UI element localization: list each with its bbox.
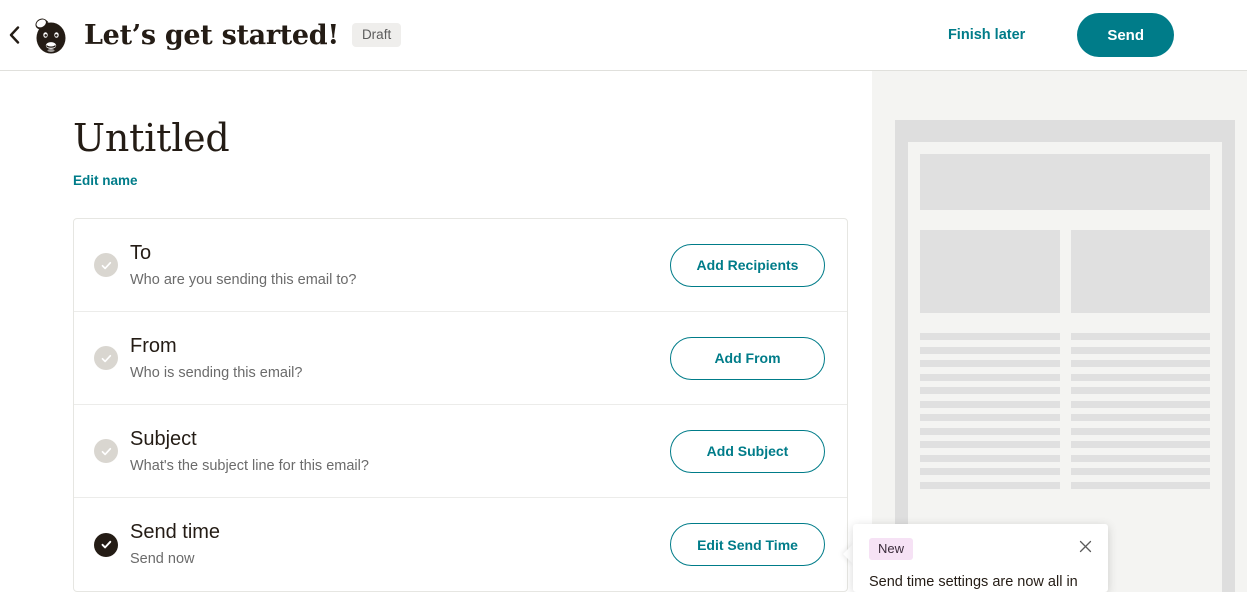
checklist-row-text: Subject What's the subject line for this… <box>130 427 670 475</box>
checklist-row-subtitle: Who are you sending this email to? <box>130 271 357 288</box>
add-recipients-button[interactable]: Add Recipients <box>670 243 825 287</box>
finish-later-link[interactable]: Finish later <box>944 21 1029 49</box>
skeleton-line <box>920 333 1060 340</box>
edit-name-link[interactable]: Edit name <box>73 173 138 188</box>
skeleton-two-column-blocks <box>920 230 1210 313</box>
check-circle-icon <box>94 253 118 277</box>
close-icon[interactable] <box>1074 535 1096 557</box>
skeleton-line <box>1070 481 1210 489</box>
skeleton-line <box>920 481 1060 489</box>
skeleton-line <box>1070 400 1210 408</box>
checklist-row-text: To Who are you sending this email to? <box>130 241 670 289</box>
header-actions: Finish later Send <box>944 13 1174 57</box>
skeleton-line <box>1070 346 1210 354</box>
main-content: Untitled Edit name To Who are you sendin… <box>0 71 872 592</box>
add-from-button[interactable]: Add From <box>670 336 825 380</box>
skeleton-line <box>920 346 1060 354</box>
add-subject-button[interactable]: Add Subject <box>670 429 825 473</box>
checklist-row-subtitle: Who is sending this email? <box>130 364 303 381</box>
skeleton-block-right <box>1070 230 1210 313</box>
skeleton-hero-block <box>920 154 1210 210</box>
checklist-row-text: From Who is sending this email? <box>130 334 670 382</box>
email-preview-frame <box>895 120 1235 592</box>
skeleton-line <box>1070 441 1210 448</box>
check-circle-icon <box>94 439 118 463</box>
send-time-popover: New Send time settings are now all in <box>853 524 1108 592</box>
checklist-row-send-time[interactable]: Send time Send now Edit Send Time <box>74 498 847 591</box>
checklist-row-title: From <box>130 334 177 357</box>
skeleton-text-column-right <box>1070 333 1210 495</box>
email-preview-panel <box>872 71 1247 592</box>
skeleton-line <box>920 400 1060 408</box>
skeleton-line <box>920 468 1060 475</box>
checklist-row-subtitle: What's the subject line for this email? <box>130 457 369 474</box>
skeleton-line <box>920 373 1060 381</box>
app-header: Let’s get started! Draft Finish later Se… <box>0 0 1247 71</box>
mailchimp-freddie-logo <box>28 12 74 58</box>
skeleton-line <box>1070 468 1210 475</box>
skeleton-text-lines <box>920 333 1210 495</box>
checklist-row-text: Send time Send now <box>130 520 670 568</box>
skeleton-line <box>920 387 1060 394</box>
chevron-left-icon <box>9 26 20 44</box>
check-circle-filled-icon <box>94 532 118 557</box>
page-title: Let’s get started! <box>84 19 339 51</box>
checklist-row-title: Subject <box>130 427 197 450</box>
check-circle-icon <box>94 346 118 370</box>
skeleton-line <box>920 360 1060 367</box>
skeleton-line <box>920 427 1060 435</box>
checklist-row-subtitle: Send now <box>130 551 195 568</box>
checklist-row-subject[interactable]: Subject What's the subject line for this… <box>74 405 847 498</box>
checklist-row-title: Send time <box>130 521 221 544</box>
skeleton-line <box>1070 333 1210 340</box>
skeleton-line <box>1070 360 1210 367</box>
checklist-row-title: To <box>130 241 152 264</box>
skeleton-line <box>1070 427 1210 435</box>
edit-send-time-button[interactable]: Edit Send Time <box>670 523 825 566</box>
skeleton-line <box>1070 387 1210 394</box>
checklist-row-to[interactable]: To Who are you sending this email to? Ad… <box>74 219 847 312</box>
skeleton-line <box>920 441 1060 448</box>
skeleton-line <box>1070 454 1210 462</box>
campaign-name-heading: Untitled <box>73 116 230 160</box>
skeleton-line <box>1070 373 1210 381</box>
skeleton-line <box>920 454 1060 462</box>
checklist-row-from[interactable]: From Who is sending this email? Add From <box>74 312 847 405</box>
popover-message: Send time settings are now all in <box>869 574 1078 590</box>
skeleton-line <box>1070 414 1210 421</box>
new-badge: New <box>869 538 914 560</box>
campaign-builder-page: Let’s get started! Draft Finish later Se… <box>0 0 1247 592</box>
skeleton-line <box>920 414 1060 421</box>
campaign-checklist-card: To Who are you sending this email to? Ad… <box>73 218 848 592</box>
skeleton-block-left <box>920 230 1060 313</box>
status-badge: Draft <box>351 22 402 48</box>
send-button[interactable]: Send <box>1077 13 1174 57</box>
skeleton-text-column-left <box>920 333 1060 495</box>
back-button[interactable] <box>0 15 28 55</box>
